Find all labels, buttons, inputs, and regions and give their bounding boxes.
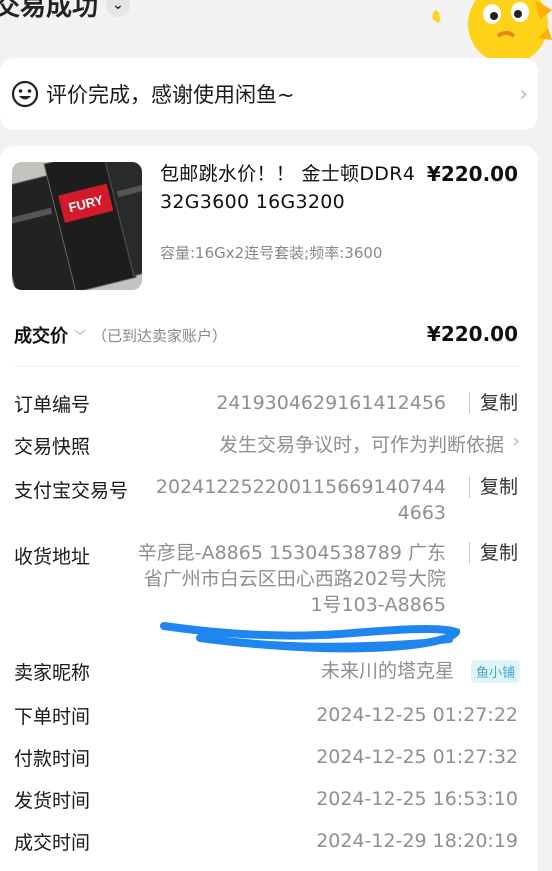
seller-label: 卖家昵称	[14, 662, 91, 684]
mascot-icon	[432, 0, 552, 62]
chevron-down-icon[interactable]: ⌄	[106, 0, 131, 17]
copy-order-no-button[interactable]: 复制	[468, 392, 518, 414]
review-message: 评价完成，感谢使用闲鱼~	[46, 83, 295, 107]
order-detail-card: FURY 包邮跳水价！！ 金士顿DDR4 32G3600 16G3200 ¥22…	[0, 146, 538, 871]
seller-nickname[interactable]: 未来川的塔克星	[321, 658, 454, 684]
order-time-label: 下单时间	[14, 706, 91, 728]
deal-price-row[interactable]: 成交价 ﹀ （已到达卖家账户） ¥220.00	[14, 320, 518, 350]
store-badge[interactable]: 鱼小铺	[470, 660, 520, 683]
deal-time-value: 2024-12-29 18:20:19	[316, 830, 518, 852]
copy-alipay-no-button[interactable]: 复制	[468, 476, 518, 498]
divider	[14, 366, 520, 367]
review-status-card[interactable]: 评价完成，感谢使用闲鱼~ ›	[0, 58, 538, 130]
redaction-scribble	[160, 622, 460, 653]
deal-time-label: 成交时间	[14, 832, 91, 854]
product-spec: 容量:16Gx2连号套装;频率:3600	[160, 244, 383, 262]
deal-price-value: ¥220.00	[426, 322, 518, 346]
snapshot-value[interactable]: 发生交易争议时，可作为判断依据	[219, 432, 504, 458]
chevron-right-icon: ›	[519, 82, 528, 107]
product-thumbnail[interactable]: FURY	[12, 162, 142, 290]
order-no-value: 2419304629161412456	[216, 392, 446, 414]
smile-icon	[11, 80, 39, 108]
chevron-right-icon[interactable]: ›	[512, 430, 520, 452]
ram-kit-image: FURY	[12, 162, 142, 290]
order-no-label: 订单编号	[14, 394, 91, 416]
page-title-text: 交易成功	[0, 0, 99, 22]
ship-time-value: 2024-12-25 16:53:10	[316, 788, 518, 810]
address-label: 收货地址	[14, 546, 91, 568]
pay-time-value: 2024-12-25 01:27:32	[316, 746, 518, 768]
address-line2: 省广州市白云区田心西路202号大院	[143, 568, 446, 590]
chevron-down-icon[interactable]: ﹀	[74, 327, 86, 344]
address-line1: 辛彦昆-A8865 15304538789 广东	[137, 542, 446, 564]
alipay-no-line1: 20241225220011566914074​4	[155, 476, 446, 498]
pay-time-label: 付款时间	[14, 748, 91, 770]
order-time-value: 2024-12-25 01:27:22	[316, 704, 518, 726]
product-title[interactable]: 包邮跳水价！！ 金士顿DDR4 32G3600 16G3200	[160, 160, 430, 216]
snapshot-label: 交易快照	[14, 436, 91, 458]
page-title: 交易成功 ⌄	[0, 0, 131, 23]
alipay-no-label: 支付宝交易号	[14, 480, 129, 502]
deal-note: （已到达卖家账户）	[92, 326, 228, 345]
deal-price-label: 成交价	[14, 326, 68, 347]
copy-address-button[interactable]: 复制	[468, 542, 518, 564]
alipay-no-line2: 4663	[397, 502, 446, 524]
ship-time-label: 发货时间	[14, 790, 91, 812]
product-price: ¥220.00	[426, 162, 518, 186]
